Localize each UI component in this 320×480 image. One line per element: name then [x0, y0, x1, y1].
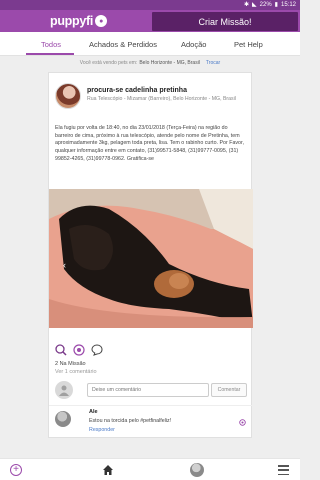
comments-divider	[49, 405, 253, 406]
logo-text: puppyfi	[50, 14, 94, 28]
active-tab-indicator	[26, 53, 74, 55]
tab-adocao[interactable]: Adoção	[181, 40, 206, 49]
profile-avatar[interactable]	[190, 463, 204, 477]
clock: 15:12	[280, 2, 296, 8]
comment-row: Comentar	[55, 381, 247, 399]
post-description: Ela fugiu por volta de 18:40, no dia 23/…	[55, 125, 244, 162]
bottom-nav: +	[0, 458, 300, 480]
home-icon[interactable]	[102, 464, 114, 476]
add-icon[interactable]: +	[10, 464, 22, 476]
mission-count: 2 Na Missão	[55, 361, 86, 367]
post-author-avatar[interactable]	[55, 83, 81, 109]
bluetooth-icon: ✱	[244, 2, 250, 8]
commenter-avatar[interactable]	[55, 411, 71, 427]
tab-achados-perdidos[interactable]: Achados & Perdidos	[89, 40, 157, 49]
search-icon[interactable]	[55, 344, 67, 356]
location-city: Belo Horizonte - MG, Brasil	[139, 60, 200, 66]
post-actions	[55, 343, 103, 357]
location-prefix: Você está vendo pets em:	[79, 60, 138, 66]
tab-pet-help[interactable]: Pet Help	[234, 40, 263, 49]
battery-icon: ▮	[274, 2, 278, 8]
create-mission-button[interactable]: Criar Missão!	[152, 12, 298, 31]
post-card: procura-se cadelinha pretinha Rua Telesc…	[48, 72, 253, 438]
tab-bar: Todos Achados & Perdidos Adoção Pet Help	[0, 32, 300, 56]
post-title[interactable]: procura-se cadelinha pretinha	[87, 87, 187, 94]
status-bar: ✱ ◣ 22% ▮ 15:12	[0, 0, 300, 10]
comment-button[interactable]: Comentar	[211, 383, 247, 397]
comment-icon[interactable]	[91, 344, 103, 356]
chevron-left-icon[interactable]: ‹	[63, 261, 71, 270]
comment-input[interactable]	[87, 383, 209, 397]
post-address: Rua Telescópio - Mizamar (Barreiro), Bel…	[87, 96, 236, 102]
location-bar: Você está vendo pets em: Belo Horizonte …	[0, 57, 300, 69]
mission-badge-icon	[239, 419, 246, 426]
current-user-avatar	[55, 381, 73, 399]
wifi-icon: ◣	[252, 2, 257, 8]
reply-link[interactable]: Responder	[89, 427, 115, 433]
app-header: puppyfi ● Criar Missão!	[0, 10, 300, 32]
pet-photo-image	[49, 189, 253, 328]
battery-level: 22%	[259, 2, 272, 8]
menu-icon[interactable]	[278, 465, 289, 475]
change-location-link[interactable]: Trocar	[206, 60, 220, 66]
comment-text: Estou na torcida pelo #petfinalfeliz!	[89, 418, 172, 424]
puppyfi-logo[interactable]: puppyfi ●	[50, 13, 108, 29]
commenter-name[interactable]: Ale	[89, 409, 98, 415]
tab-todos[interactable]: Todos	[41, 40, 61, 49]
paw-icon: ●	[95, 15, 108, 27]
mission-icon[interactable]	[73, 344, 85, 356]
view-comments-link[interactable]: Ver 1 comentário	[55, 369, 97, 375]
pet-photo[interactable]: ‹	[49, 189, 253, 328]
